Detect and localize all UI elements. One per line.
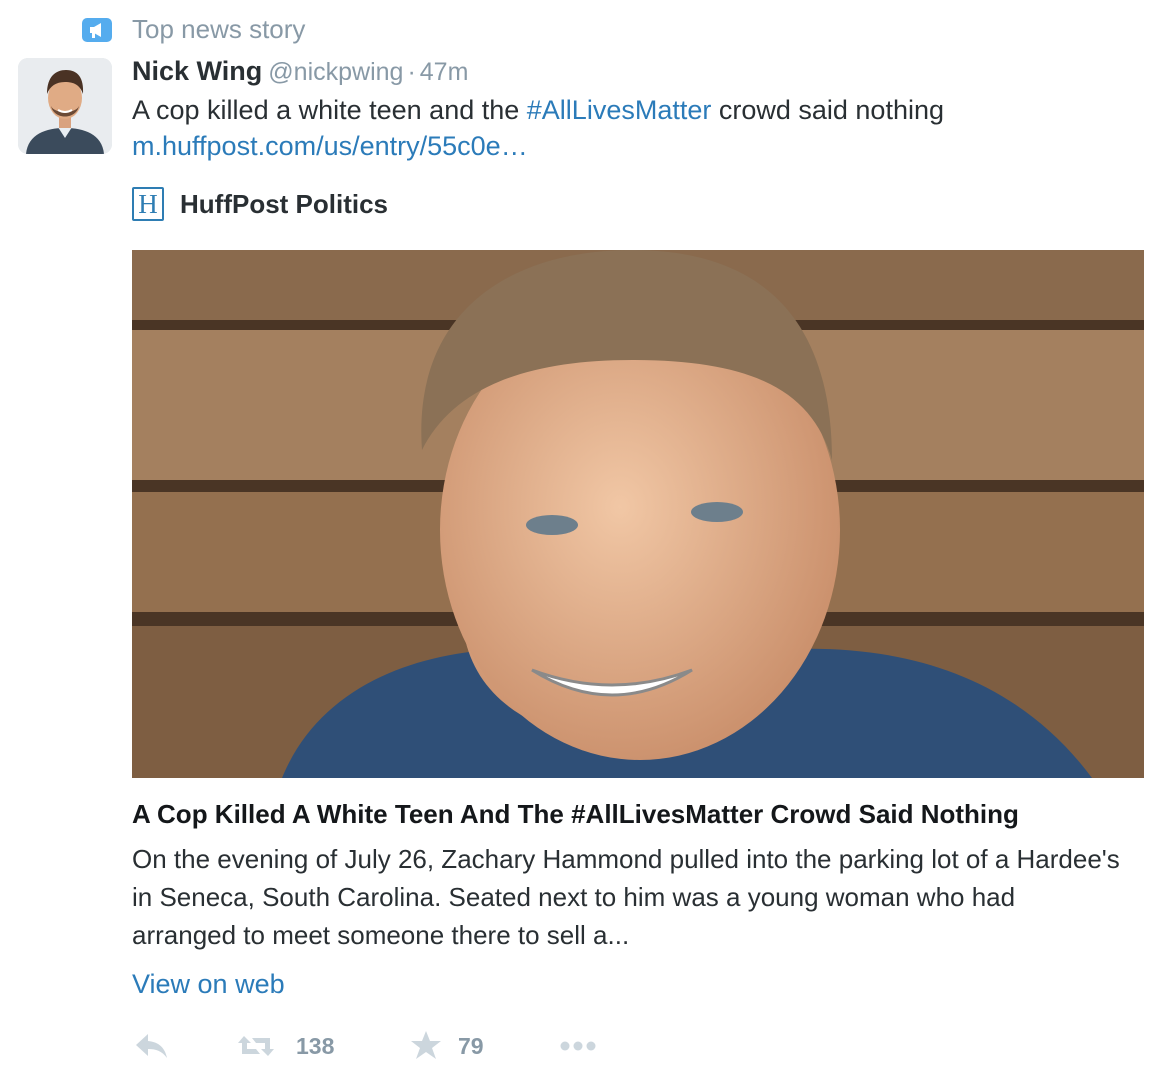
card-description: On the evening of July 26, Zachary Hammo… (132, 844, 1120, 950)
separator: · (407, 58, 416, 86)
context-header: Top news story (0, 8, 1162, 48)
source-name[interactable]: HuffPost Politics (180, 188, 388, 220)
author-name[interactable]: Nick Wing (132, 56, 262, 86)
favorite-button[interactable]: 79 (410, 1026, 520, 1066)
favorite-count: 79 (458, 1033, 484, 1059)
more-button[interactable] (558, 1026, 608, 1066)
context-label: Top news story (132, 14, 306, 44)
tweet-text-start: A cop killed a white teen and the (132, 95, 527, 125)
reply-button[interactable] (132, 1026, 182, 1066)
author-username[interactable]: @nickpwing (268, 58, 403, 86)
avatar[interactable] (18, 58, 112, 154)
tweet-actions: 138 79 (132, 1026, 732, 1066)
tweet-header: Nick Wing @nickpwing · 47m (132, 54, 468, 88)
tweet-text: A cop killed a white teen and the #AllLi… (132, 92, 1142, 164)
tweet-url-link[interactable]: m.huffpost.com/us/entry/55c0e… (132, 131, 528, 161)
card-title[interactable]: A Cop Killed A White Teen And The #AllLi… (132, 796, 1144, 832)
huffpost-logo-icon: H (132, 187, 164, 221)
retweet-count: 138 (296, 1033, 335, 1059)
view-on-web-link[interactable]: View on web (132, 966, 285, 1002)
megaphone-icon (82, 18, 112, 42)
hashtag-link[interactable]: #AllLivesMatter (527, 95, 712, 125)
card-image[interactable] (132, 250, 1144, 778)
retweet-button[interactable]: 138 (236, 1026, 356, 1066)
tweet-timestamp[interactable]: 47m (420, 58, 469, 86)
tweet-text-end: crowd said nothing (711, 95, 944, 125)
